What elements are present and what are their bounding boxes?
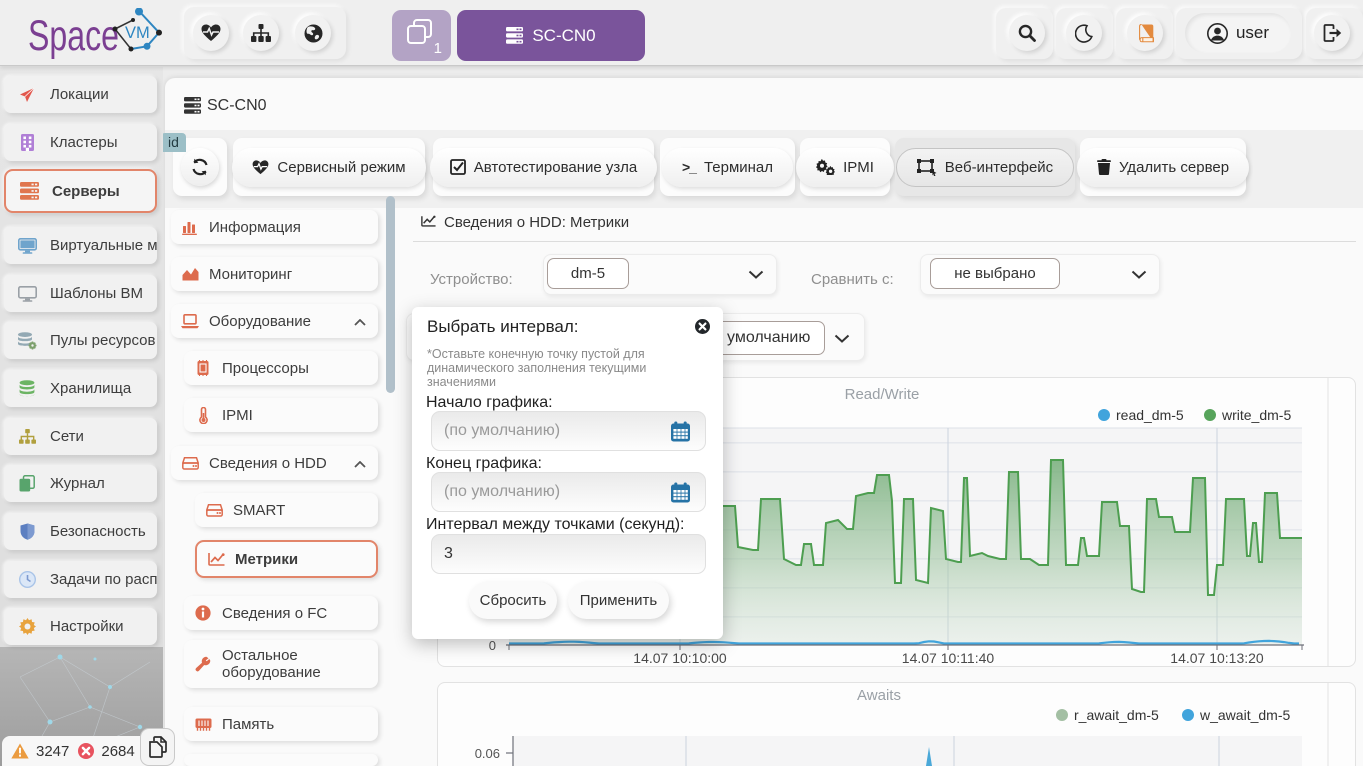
svg-text:r_await_dm-5: r_await_dm-5 [1074,707,1159,723]
svg-text:Space: Space [28,12,119,60]
svg-text:Awaits: Awaits [857,687,901,704]
svg-text:read_dm-5: read_dm-5 [1116,407,1184,423]
svg-text:14.07 10:13:20: 14.07 10:13:20 [1170,650,1264,666]
svg-text:0: 0 [489,638,496,653]
svg-text:w_await_dm-5: w_await_dm-5 [1199,707,1290,723]
svg-text:Read/Write: Read/Write [845,386,920,403]
svg-text:write_dm-5: write_dm-5 [1221,407,1291,423]
svg-text:0.06: 0.06 [475,746,500,761]
svg-text:14.07 10:10:00: 14.07 10:10:00 [633,650,727,666]
svg-text:VM: VM [125,24,150,42]
svg-text:14.07 10:11:40: 14.07 10:11:40 [902,650,995,666]
